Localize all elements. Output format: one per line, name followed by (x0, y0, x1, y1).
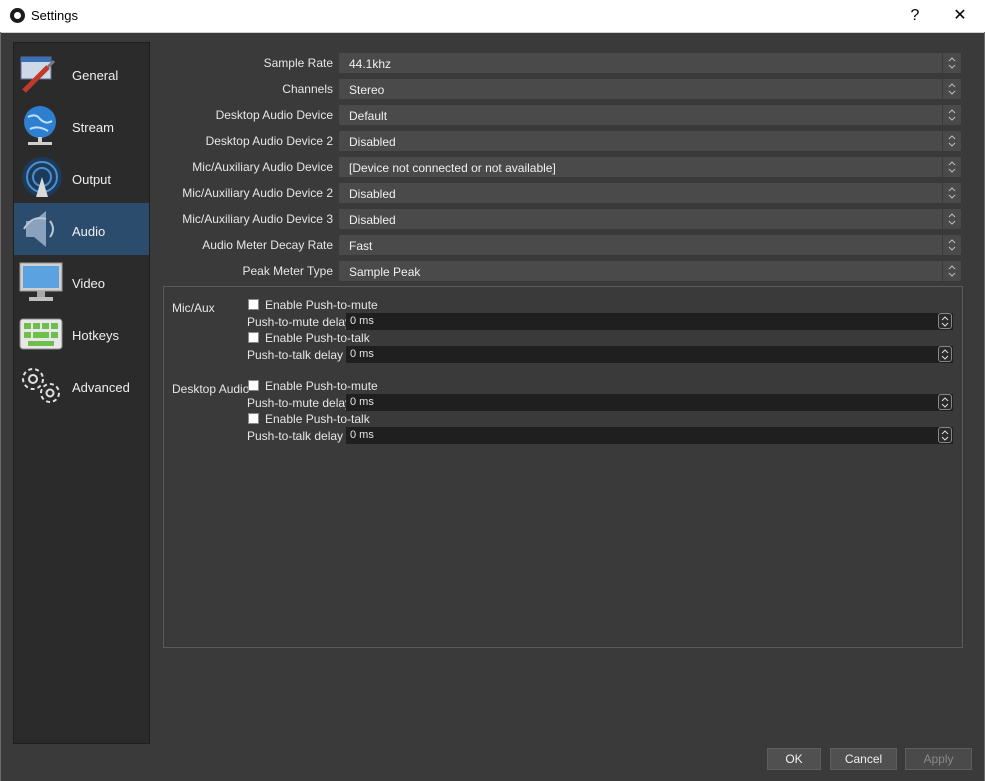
spin-arrows-icon[interactable] (938, 313, 952, 329)
sidebar-item-label: Audio (72, 224, 106, 239)
chevron-updown-icon (942, 261, 961, 281)
title-bar: Settings ? ✕ (0, 0, 985, 33)
spin-arrows-icon[interactable] (938, 346, 952, 362)
desktop-audio-device-2-label: Desktop Audio Device 2 (205, 134, 333, 148)
spin-value: 0 ms (350, 315, 374, 327)
chevron-updown-icon (942, 209, 961, 229)
help-button[interactable]: ? (892, 0, 938, 32)
checkbox-unchecked[interactable] (248, 299, 259, 310)
mic-aux-device-2-select[interactable]: Disabled (338, 182, 962, 204)
advanced-icon (22, 368, 60, 403)
meter-decay-rate-value: Fast (349, 239, 373, 253)
peak-meter-type-select[interactable]: Sample Peak (338, 260, 962, 282)
mic-aux-device-select[interactable]: [Device not connected or not available] (338, 156, 962, 178)
mic-aux-push-to-talk-delay-label: Push-to-talk delay (247, 348, 344, 362)
mic-aux-push-to-mute-delay-input[interactable]: 0 ms (346, 313, 953, 330)
ok-button[interactable]: OK (767, 748, 821, 770)
window-border-left (0, 32, 1, 781)
apply-button[interactable]: Apply (905, 748, 972, 770)
spin-arrows-icon[interactable] (938, 427, 952, 443)
checkbox-label: Enable Push-to-talk (265, 331, 370, 345)
channels-label: Channels (282, 82, 333, 96)
desktop-audio-device-select[interactable]: Default (338, 104, 962, 126)
sample-rate-label: Sample Rate (263, 56, 333, 70)
stream-icon (24, 106, 56, 145)
mic-aux-device-3-value: Disabled (349, 213, 396, 227)
cancel-button[interactable]: Cancel (830, 748, 897, 770)
sidebar-item-label: Output (72, 172, 112, 187)
mic-aux-device-2-value: Disabled (349, 187, 396, 201)
meter-decay-rate-label: Audio Meter Decay Rate (202, 238, 333, 252)
mic-aux-group-label: Mic/Aux (172, 301, 215, 315)
checkbox-unchecked[interactable] (248, 380, 259, 391)
desktop-audio-push-to-mute-delay-label: Push-to-mute delay (247, 396, 352, 410)
meter-decay-rate-select[interactable]: Fast (338, 234, 962, 256)
spin-value: 0 ms (350, 396, 374, 408)
sidebar-item-audio[interactable]: Audio (14, 203, 149, 255)
desktop-audio-device-value: Default (349, 109, 388, 123)
sidebar-item-video[interactable]: Video (14, 255, 149, 307)
sidebar-item-label: Stream (72, 120, 114, 135)
channels-select[interactable]: Stereo (338, 78, 962, 100)
peak-meter-type-label: Peak Meter Type (242, 264, 334, 278)
sidebar-item-label: General (72, 68, 119, 83)
desktop-audio-device-2-value: Disabled (349, 135, 396, 149)
settings-sidebar: General Stream Output Audio Video Hotkey… (13, 42, 150, 744)
checkbox-unchecked[interactable] (248, 413, 259, 424)
sidebar-item-general[interactable]: General (14, 47, 149, 99)
mic-aux-device-3-label: Mic/Auxiliary Audio Device 3 (182, 212, 333, 226)
spin-value: 0 ms (350, 348, 374, 360)
desktop-audio-push-to-mute-delay-input[interactable]: 0 ms (346, 394, 953, 411)
chevron-updown-icon (942, 183, 961, 203)
checkbox-label: Enable Push-to-talk (265, 412, 370, 426)
sidebar-item-label: Video (72, 276, 106, 291)
chevron-updown-icon (942, 157, 961, 177)
mic-aux-device-value: [Device not connected or not available] (349, 161, 556, 175)
peak-meter-type-value: Sample Peak (349, 265, 421, 279)
sidebar-item-label: Hotkeys (72, 328, 119, 343)
sidebar-item-label: Advanced (72, 380, 130, 395)
desktop-audio-device-2-select[interactable]: Disabled (338, 130, 962, 152)
chevron-updown-icon (942, 235, 961, 255)
mic-aux-device-3-select[interactable]: Disabled (338, 208, 962, 230)
chevron-updown-icon (942, 131, 961, 151)
close-button[interactable]: ✕ (937, 0, 983, 32)
obs-app-icon (10, 8, 25, 23)
sidebar-item-output[interactable]: Output (14, 151, 149, 203)
output-icon (22, 157, 62, 197)
channels-value: Stereo (349, 83, 385, 97)
mic-aux-device-2-label: Mic/Auxiliary Audio Device 2 (182, 186, 333, 200)
sidebar-item-advanced[interactable]: Advanced (14, 359, 149, 411)
checkbox-label: Enable Push-to-mute (265, 298, 378, 312)
desktop-audio-device-label: Desktop Audio Device (215, 108, 333, 122)
spin-value: 0 ms (350, 429, 374, 441)
window-title: Settings (31, 8, 78, 23)
video-icon (19, 262, 63, 301)
audio-icon (23, 211, 54, 247)
spin-arrows-icon[interactable] (938, 394, 952, 410)
mic-aux-push-to-talk-delay-input[interactable]: 0 ms (346, 346, 953, 363)
chevron-updown-icon (942, 105, 961, 125)
desktop-audio-push-to-talk-delay-input[interactable]: 0 ms (346, 427, 953, 444)
general-icon (20, 56, 56, 93)
sidebar-item-stream[interactable]: Stream (14, 99, 149, 151)
chevron-updown-icon (942, 53, 961, 73)
desktop-audio-push-to-talk-delay-label: Push-to-talk delay (247, 429, 344, 443)
sample-rate-select[interactable]: 44.1khz (338, 52, 962, 74)
checkbox-label: Enable Push-to-mute (265, 379, 378, 393)
sample-rate-value: 44.1khz (349, 57, 392, 71)
sidebar-item-hotkeys[interactable]: Hotkeys (14, 307, 149, 359)
mic-aux-device-label: Mic/Auxiliary Audio Device (192, 160, 333, 174)
hotkeys-icon (19, 318, 63, 350)
checkbox-unchecked[interactable] (248, 332, 259, 343)
chevron-updown-icon (942, 79, 961, 99)
desktop-audio-group-label: Desktop Audio (172, 382, 250, 396)
mic-aux-push-to-mute-delay-label: Push-to-mute delay (247, 315, 352, 329)
